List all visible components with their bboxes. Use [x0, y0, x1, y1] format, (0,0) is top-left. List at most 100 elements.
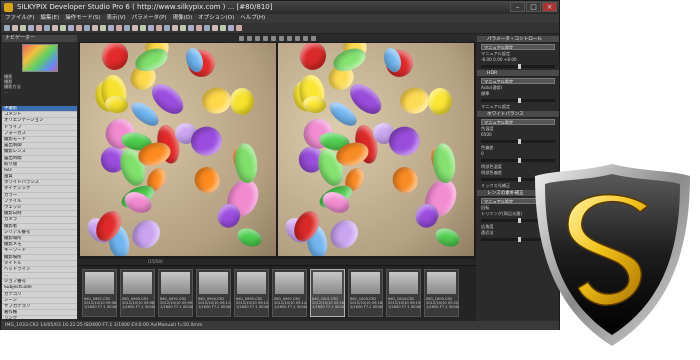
toolbar-tool-icon[interactable]: [180, 25, 186, 31]
view-mode-icon[interactable]: [246, 36, 252, 41]
thumbnail-image: [427, 272, 456, 294]
menu-bar: ファイル(F) 編集(E) 操作モード(S) 表示(V) パラメータ(P) 現像…: [1, 14, 559, 23]
panel-section-title[interactable]: HDR: [477, 70, 559, 77]
toolbar-tool-icon[interactable]: [188, 25, 194, 31]
toolbar-tool-icon[interactable]: [164, 25, 170, 31]
balloon-shape: [387, 125, 422, 157]
filmstrip-thumbnail[interactable]: IMG_1001.CR22012/10/10 09:16:441/1600 F7…: [310, 269, 345, 317]
toolbar-tool-icon[interactable]: [140, 25, 146, 31]
toolbar-tool-icon[interactable]: [228, 25, 234, 31]
parameter-slider[interactable]: [481, 64, 555, 69]
toolbar-tool-icon[interactable]: [236, 25, 242, 31]
toolbar-tool-icon[interactable]: [52, 25, 58, 31]
image-viewer: [78, 35, 476, 259]
balloon-shape: [433, 225, 463, 250]
panel-row: 0: [481, 151, 484, 156]
toolbar-tool-icon[interactable]: [20, 25, 26, 31]
toolbar-tool-icon[interactable]: [132, 25, 138, 31]
parameter-slider[interactable]: [481, 98, 555, 103]
toolbar-tool-icon[interactable]: [60, 25, 66, 31]
balloon-shape: [126, 214, 167, 255]
filmstrip-thumbnail[interactable]: IMG_0994.CR22012/10/10 09:11:051/1600 F7…: [196, 269, 231, 317]
filmstrip-thumbnail[interactable]: IMG_0997.CR22012/10/10 09:14:021/1600 F7…: [272, 269, 307, 317]
toolbar-tool-icon[interactable]: [212, 25, 218, 31]
menu-file[interactable]: ファイル(F): [5, 14, 34, 23]
thumbnail-caption: IMG_1003.CR22012/10/10 09:18:201/1600 F7…: [350, 297, 383, 310]
toolbar-tool-icon[interactable]: [156, 25, 162, 31]
view-mode-icon[interactable]: [262, 36, 268, 41]
toolbar-tool-icon[interactable]: [204, 25, 210, 31]
toolbar-tool-icon[interactable]: [4, 25, 10, 31]
menu-options[interactable]: オプション(O): [198, 14, 234, 23]
toolbar-tool-icon[interactable]: [220, 25, 226, 31]
filmstrip-thumbnail[interactable]: IMG_1005.CR22012/10/10 09:20:401/1600 F7…: [424, 269, 459, 317]
preset-select[interactable]: マニュアル設定: [481, 119, 555, 125]
thumbnail-image: [275, 272, 304, 294]
thumbnail-caption: IMG_0990.CR22012/10/10 09:08:221/1600 F7…: [122, 297, 155, 310]
thumbnail-caption: IMG_1004.CR22012/10/10 09:19:051/1600 F7…: [388, 297, 421, 310]
menu-view[interactable]: 表示(V): [107, 14, 126, 23]
toolbar-tool-icon[interactable]: [124, 25, 130, 31]
thumbnail-caption: IMG_0995.CR22012/10/10 09:12:311/1600 F7…: [236, 297, 269, 310]
filmstrip-thumbnail[interactable]: IMG_1004.CR22012/10/10 09:19:051/1600 F7…: [386, 269, 421, 317]
thumbnail-image: [237, 272, 266, 294]
info-line: ...: [4, 89, 8, 94]
preset-select[interactable]: マニュアル設定: [481, 78, 555, 84]
toolbar-tool-icon[interactable]: [36, 25, 42, 31]
toolbar-tool-icon[interactable]: [108, 25, 114, 31]
toolbar-tool-icon[interactable]: [44, 25, 50, 31]
view-mode-icon[interactable]: [238, 36, 244, 41]
window-title: SILKYPIX Developer Studio Pro 6 ( http:/…: [17, 3, 273, 11]
photo-before[interactable]: [80, 43, 276, 256]
navigator-thumbnail[interactable]: [21, 44, 58, 72]
panel-section-title[interactable]: ホワイトバランス: [477, 111, 559, 118]
menu-edit[interactable]: 編集(E): [40, 14, 59, 23]
balloon-shape: [324, 214, 365, 255]
app-window: SILKYPIX Developer Studio Pro 6 ( http:/…: [0, 0, 560, 330]
panel-row: 6500: [481, 132, 492, 137]
filmstrip-thumbnail[interactable]: IMG_0990.CR22012/10/10 09:08:221/1600 F7…: [120, 269, 155, 317]
filmstrip-thumbnail[interactable]: IMG_1003.CR22012/10/10 09:18:201/1600 F7…: [348, 269, 383, 317]
view-mode-icon[interactable]: [278, 36, 284, 41]
toolbar-tool-icon[interactable]: [116, 25, 122, 31]
thumbnail-exif: 1/1600 F7.1 ISO400: [350, 305, 383, 310]
balloon-shape: [235, 225, 265, 250]
toolbar-tool-icon[interactable]: [172, 25, 178, 31]
filmstrip-thumbnail[interactable]: IMG_0995.CR22012/10/10 09:12:311/1600 F7…: [234, 269, 269, 317]
toolbar-tool-icon[interactable]: [84, 25, 90, 31]
thumbnail-image: [161, 272, 190, 294]
menu-develop[interactable]: 現像(D): [173, 14, 193, 23]
toolbar-tool-icon[interactable]: [100, 25, 106, 31]
view-mode-icon[interactable]: [302, 36, 308, 41]
menu-parameter[interactable]: パラメータ(P): [132, 14, 167, 23]
left-panel: ナビゲーター 撮影 撮影 撮影方法 ... 手撮影 コメント オリエンテーション ドラ…: [2, 35, 77, 319]
toolbar-tool-icon[interactable]: [148, 25, 154, 31]
balloon-shape: [388, 163, 422, 197]
balloon-shape: [228, 87, 255, 116]
exif-list-item[interactable]: リンク: [2, 316, 77, 319]
maximize-button[interactable]: □: [526, 2, 541, 12]
filmstrip-thumbnail[interactable]: IMG_0992.CR22012/10/10 09:09:101/1600 F7…: [158, 269, 193, 317]
view-mode-icon[interactable]: [294, 36, 300, 41]
toolbar-tool-icon[interactable]: [12, 25, 18, 31]
title-bar: SILKYPIX Developer Studio Pro 6 ( http:/…: [1, 1, 559, 14]
filmstrip-thumbnail[interactable]: IMG_0987.CR22012/10/10 09:06:451/1600 F7…: [82, 269, 117, 317]
view-mode-icon[interactable]: [254, 36, 260, 41]
panel-section-title[interactable]: パラメータ・コントロール: [477, 36, 559, 43]
toolbar-tool-icon[interactable]: [92, 25, 98, 31]
thumbnail-exif: 1/1600 F7.1 ISO400: [160, 305, 193, 310]
toolbar-tool-icon[interactable]: [28, 25, 34, 31]
view-mode-icon[interactable]: [310, 36, 316, 41]
parameter-slider[interactable]: [481, 139, 555, 144]
toolbar-tool-icon[interactable]: [196, 25, 202, 31]
toolbar-tool-icon[interactable]: [68, 25, 74, 31]
minimize-button[interactable]: –: [510, 2, 525, 12]
view-mode-icon[interactable]: [286, 36, 292, 41]
preset-select[interactable]: マニュアル設定: [481, 44, 555, 50]
view-mode-icon[interactable]: [270, 36, 276, 41]
toolbar-tool-icon[interactable]: [76, 25, 82, 31]
menu-mode[interactable]: 操作モード(S): [65, 14, 100, 23]
menu-help[interactable]: ヘルプ(H): [240, 14, 265, 23]
photo-after[interactable]: [278, 43, 474, 256]
close-button[interactable]: ×: [542, 2, 557, 12]
